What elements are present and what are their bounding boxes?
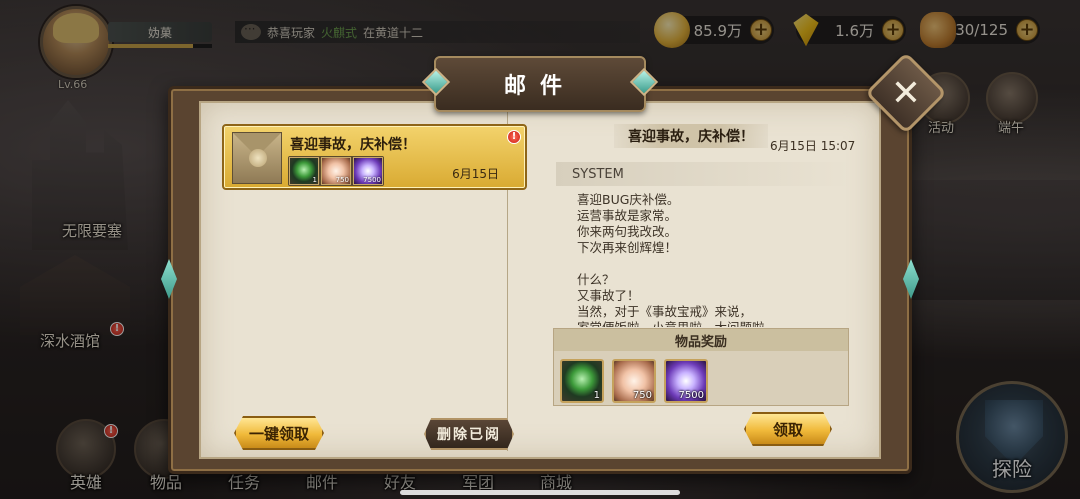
close-icon[interactable]: ✕ xyxy=(877,64,935,122)
green-orb-icon[interactable]: 1 xyxy=(560,359,604,403)
purple-crystal-icon: 7500 xyxy=(353,157,383,185)
home-indicator[interactable] xyxy=(400,490,680,495)
attachment-count: 1 xyxy=(312,176,317,184)
reward-count: 1 xyxy=(593,390,600,401)
detail-title: 喜迎事故，庆补偿！ xyxy=(614,124,768,148)
claim-all-button[interactable]: 一键领取 xyxy=(234,416,324,450)
mail-item-title: 喜迎事故，庆补偿！ xyxy=(290,137,416,153)
rewards-panel: 物品奖励 1 750 7500 xyxy=(553,328,849,406)
reward-count: 750 xyxy=(632,390,652,401)
mail-item-date: 6月15日 xyxy=(452,167,499,181)
mail-title-plate: 邮件 xyxy=(434,56,646,112)
rewards-header: 物品奖励 xyxy=(554,329,848,351)
delete-read-button[interactable]: 删除已阅 xyxy=(424,418,514,450)
reward-count: 7500 xyxy=(678,390,704,401)
mail-item-attachments: 1 750 7500 xyxy=(288,156,384,186)
unread-alert-icon: ! xyxy=(507,130,521,144)
pouch-icon[interactable]: 750 xyxy=(612,359,656,403)
claim-button[interactable]: 领取 xyxy=(744,412,832,446)
mail-list-item[interactable]: 喜迎事故，庆补偿！ 1 750 7500 6月15日 ! xyxy=(222,124,527,190)
wax-seal-icon xyxy=(249,149,267,167)
detail-datetime: 6月15日 15:07 xyxy=(770,139,856,153)
green-orb-icon: 1 xyxy=(289,157,319,185)
envelope-icon xyxy=(232,132,282,184)
pouch-icon: 750 xyxy=(321,157,351,185)
mail-body-text[interactable]: 喜迎BUG庆补偿。 运营事故是家常。 你来两句我改改。 下次再来创辉煌！ 什么？… xyxy=(577,192,845,327)
sender-label: SYSTEM xyxy=(556,162,852,186)
purple-crystal-icon[interactable]: 7500 xyxy=(664,359,708,403)
attachment-count: 750 xyxy=(335,176,349,184)
mail-title: 邮件 xyxy=(503,74,576,99)
attachment-count: 7500 xyxy=(363,176,381,184)
